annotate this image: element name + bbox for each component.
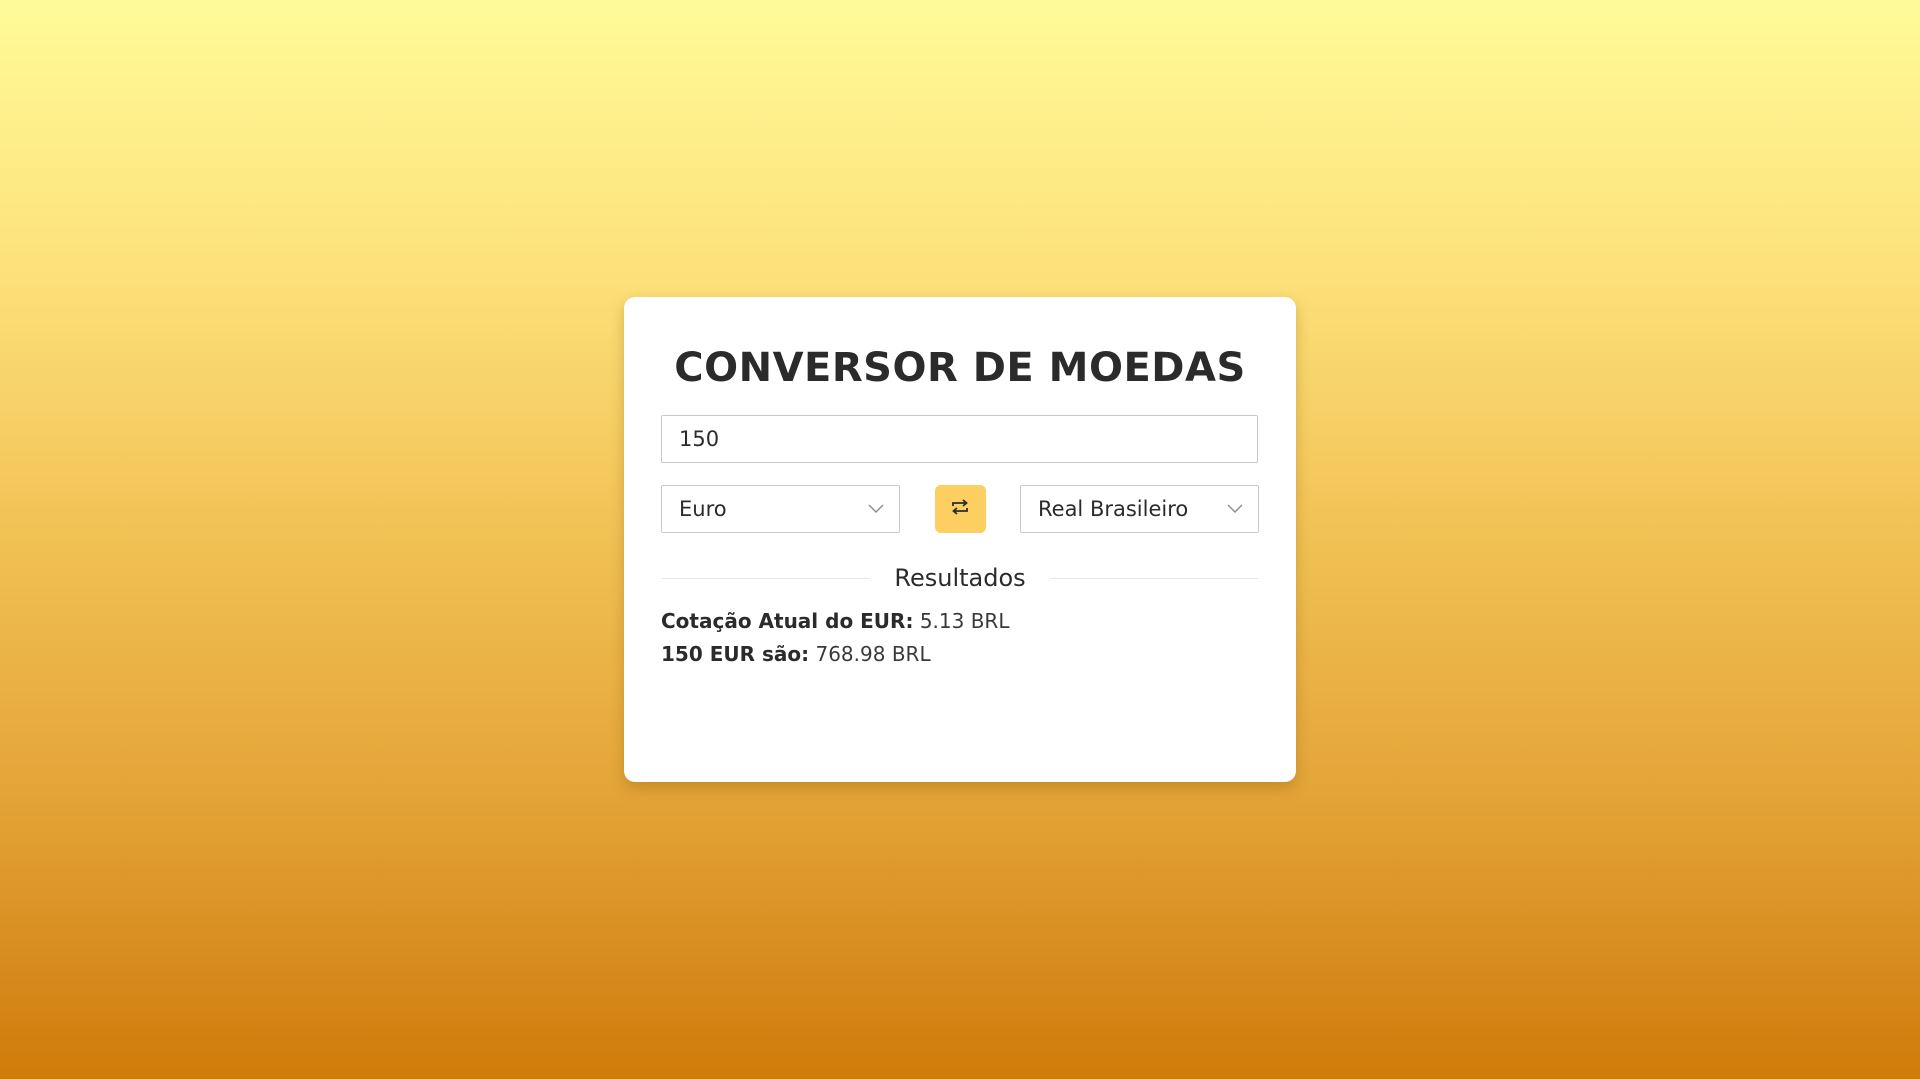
chevron-down-icon [868, 501, 884, 517]
swap-currencies-button[interactable] [934, 485, 986, 533]
to-currency-select[interactable]: Real Brasileiro [1020, 485, 1259, 533]
results-heading: Resultados [894, 564, 1026, 592]
to-currency-value: Real Brasileiro [1038, 497, 1189, 521]
divider-line-right [1049, 577, 1260, 579]
converted-value: 768.98 BRL [815, 642, 931, 666]
from-currency-select[interactable]: Euro [661, 485, 900, 533]
page-title: CONVERSOR DE MOEDAS [674, 345, 1246, 391]
results-panel: Cotação Atual do EUR: 5.13 BRL 150 EUR s… [661, 605, 1259, 671]
converted-line: 150 EUR são: 768.98 BRL [661, 638, 1259, 671]
rate-value: 5.13 BRL [919, 609, 1010, 633]
amount-input-value: 150 [679, 427, 720, 451]
rate-line: Cotação Atual do EUR: 5.13 BRL [661, 605, 1259, 638]
amount-input[interactable]: 150 [661, 415, 1258, 463]
from-currency-value: Euro [679, 497, 727, 521]
results-divider: Resultados [661, 563, 1260, 593]
rate-label: Cotação Atual do EUR: [661, 609, 914, 633]
chevron-down-icon [1227, 501, 1243, 517]
converted-label: 150 EUR são: [661, 642, 810, 666]
currency-selects-row: Euro Real Brasileiro [661, 485, 1259, 533]
divider-line-left [661, 577, 871, 579]
converter-card: CONVERSOR DE MOEDAS 150 Euro Real Brasil… [624, 297, 1296, 782]
swap-arrows-icon [951, 499, 969, 519]
